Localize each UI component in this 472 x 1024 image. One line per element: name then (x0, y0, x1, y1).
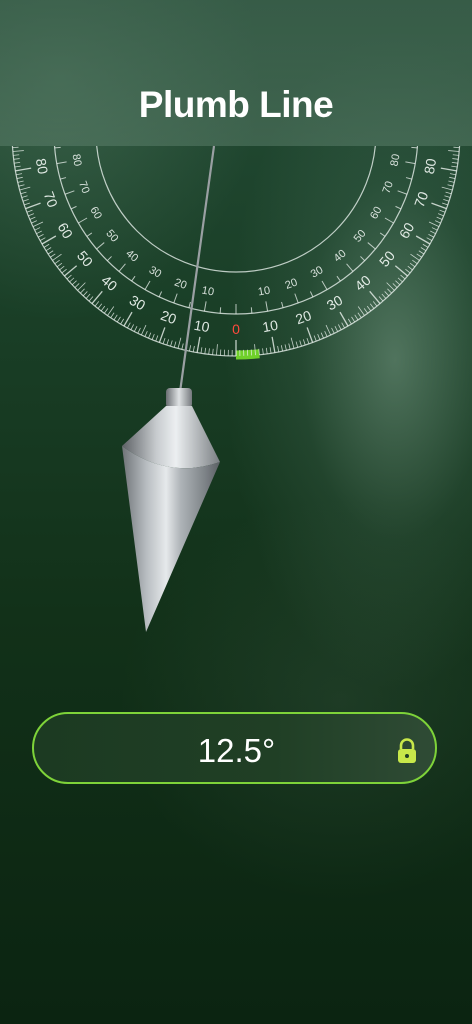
angle-value: 12.5° (197, 732, 276, 769)
plumb-bob-cap (166, 388, 192, 408)
app-screen: Plumb Line 0 10 10 10 10 20 20 20 20 30 30 30 30 40 40… (0, 0, 472, 1024)
plumb-string (178, 145, 216, 393)
plumb-bob-cone (122, 446, 220, 632)
lock-icon (398, 738, 416, 763)
lock-button[interactable] (396, 738, 418, 764)
angle-readout: 12.5° (32, 712, 437, 784)
plumb-bob (122, 145, 220, 632)
